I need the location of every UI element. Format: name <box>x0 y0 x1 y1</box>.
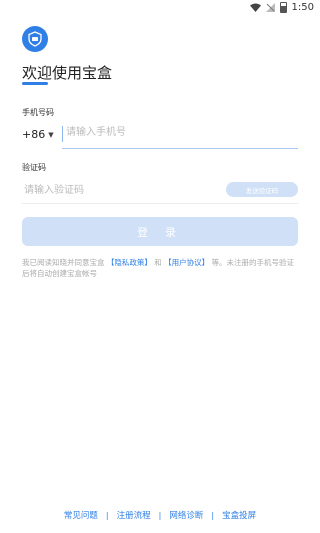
code-input[interactable] <box>22 184 216 197</box>
wifi-icon <box>249 3 261 12</box>
phone-field-row: +86 ▼ <box>22 121 298 149</box>
battery-icon <box>279 2 287 13</box>
screen-cast-link[interactable]: 宝盒投屏 <box>222 509 256 521</box>
country-code: +86 <box>22 128 46 141</box>
status-icons: 1:50 <box>249 2 314 13</box>
shield-logo-icon <box>28 31 42 47</box>
caret-down-icon: ▼ <box>48 130 54 139</box>
login-button[interactable]: 登 录 <box>22 217 298 246</box>
user-agreement-link[interactable]: 【用户协议】 <box>164 258 209 267</box>
text-cursor <box>62 126 63 142</box>
no-signal-icon <box>265 3 275 12</box>
phone-input[interactable] <box>64 126 298 139</box>
footer-links: 常见问题 | 注册流程 | 网络诊断 | 宝盒投屏 <box>0 509 320 522</box>
footer-separator: | <box>158 510 162 520</box>
faq-link[interactable]: 常见问题 <box>64 509 98 521</box>
agreement-prefix: 我已阅读知晓并同意宝盒 <box>22 258 105 267</box>
status-bar: 1:50 <box>0 0 320 16</box>
privacy-policy-link[interactable]: 【隐私政策】 <box>107 258 152 267</box>
code-label: 验证码 <box>22 163 46 172</box>
country-code-selector[interactable]: +86 ▼ <box>22 128 54 141</box>
phone-label: 手机号码 <box>22 108 54 117</box>
agreement-text: 我已阅读知晓并同意宝盒 【隐私政策】 和 【用户协议】 等。未注册的手机号验证后… <box>22 257 298 279</box>
status-time: 1:50 <box>291 2 314 13</box>
footer-separator: | <box>105 510 109 520</box>
code-underline <box>22 203 298 204</box>
app-logo <box>22 26 48 52</box>
network-diagnosis-link[interactable]: 网络诊断 <box>169 509 203 521</box>
registration-flow-link[interactable]: 注册流程 <box>117 509 151 521</box>
footer-separator: | <box>211 510 215 520</box>
title-underline <box>22 82 48 85</box>
phone-underline <box>62 148 298 149</box>
agreement-and: 和 <box>154 258 162 267</box>
code-field-row: 发送验证码 <box>22 176 298 204</box>
send-code-button[interactable]: 发送验证码 <box>226 182 298 197</box>
page-title: 欢迎使用宝盒 <box>22 64 113 82</box>
